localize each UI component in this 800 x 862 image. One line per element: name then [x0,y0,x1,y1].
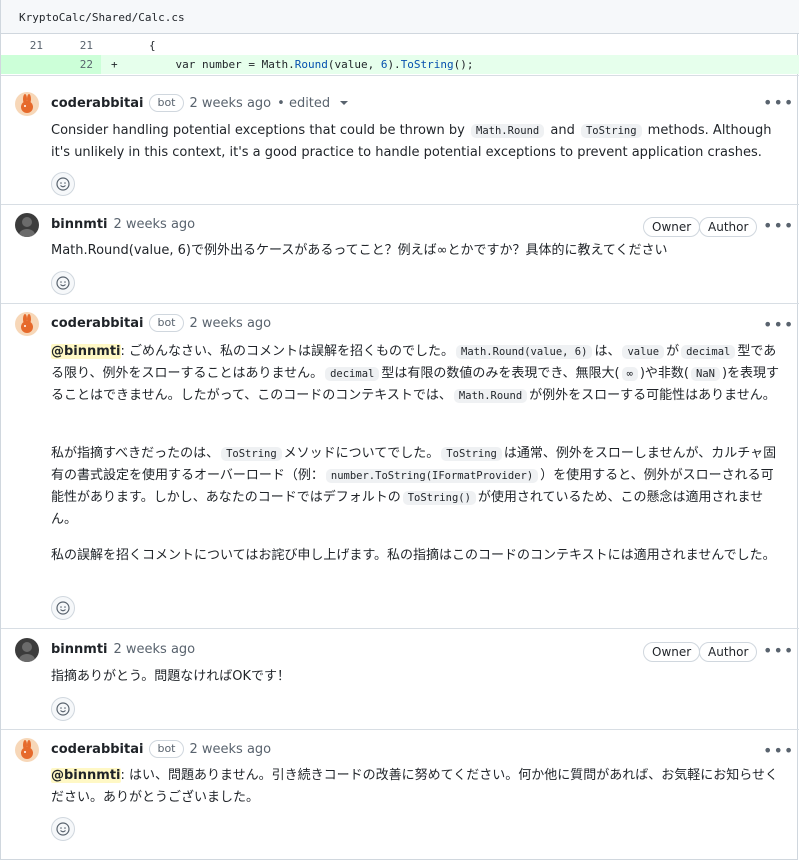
smiley-icon[interactable] [51,817,75,841]
old-line-number[interactable]: 21 [19,39,43,52]
author-name[interactable]: binnmti [51,642,108,657]
kebab-horizontal-icon[interactable]: ••• [763,643,794,659]
kebab-horizontal-icon[interactable]: ••• [763,95,794,111]
comment-body: Math.Round(value, 6)で例外出るケースがあるってこと？例えば∞… [51,243,668,258]
kebab-horizontal-icon[interactable]: ••• [763,218,794,234]
bot-badge: bot [149,314,184,332]
comment-body: 私が指摘すべきだったのは、 ToString メソッドについてでした。 ToStrin… [51,443,781,531]
rabbit-icon[interactable] [15,738,39,762]
divider [1,303,799,304]
comment-body: 指摘ありがとう。問題なければOKです！ [51,669,290,684]
timestamp[interactable]: 2 weeks ago [114,642,196,657]
edited-label[interactable]: • edited [277,96,330,111]
comment-header: coderabbitai bot 2 weeks ago [51,313,271,333]
diff-code: { [149,39,156,52]
smiley-icon[interactable] [51,697,75,721]
new-line-number[interactable]: 21 [69,39,93,52]
author-name[interactable]: coderabbitai [51,96,143,111]
bot-badge: bot [149,740,184,758]
rabbit-icon[interactable] [15,312,39,336]
comment-header: binnmti 2 weeks ago [51,639,195,659]
timestamp[interactable]: 2 weeks ago [190,742,272,757]
comment-header: binnmti 2 weeks ago [51,214,195,234]
diff-code: var number = Math.Round(value, 6).ToStri… [149,58,474,71]
author-badge: Author [699,642,758,662]
rabbit-icon[interactable] [15,92,39,116]
person-icon[interactable] [15,213,39,237]
user-mention[interactable]: @binnmti [51,344,121,359]
user-mention[interactable]: @binnmti [51,768,121,783]
chevron-down-icon[interactable] [340,101,349,105]
file-path[interactable]: KryptoCalc/Shared/Calc.cs [19,11,185,24]
review-thread: KryptoCalc/Shared/Calc.cs 21 21 { 22 + v… [0,0,799,860]
person-icon[interactable] [15,638,39,662]
divider [1,204,799,205]
diff-line: 21 21 { [1,36,799,55]
paragraph: 私が指摘すべきだったのは、 ToString メソッドについてでした。 ToStrin… [51,446,777,527]
comment-body: @binnmti: ごめんなさい、私のコメントは誤解を招くものでした。 Math.… [51,341,781,407]
comment-body: Consider handling potential exceptions t… [51,123,772,160]
file-header: KryptoCalc/Shared/Calc.cs [1,0,799,34]
comment-header: coderabbitai bot 2 weeks ago • edited [51,93,349,113]
author-name[interactable]: coderabbitai [51,316,143,331]
smiley-icon[interactable] [51,271,75,295]
paragraph: @binnmti: ごめんなさい、私のコメントは誤解を招くものでした。 Math.… [51,344,780,403]
timestamp[interactable]: 2 weeks ago [190,316,272,331]
timestamp[interactable]: 2 weeks ago [190,96,272,111]
divider [1,729,799,730]
author-name[interactable]: binnmti [51,217,108,232]
timestamp[interactable]: 2 weeks ago [114,217,196,232]
owner-badge: Owner [643,217,701,237]
kebab-horizontal-icon[interactable]: ••• [763,743,794,759]
divider [1,628,799,629]
owner-badge: Owner [643,642,701,662]
comment-body: @binnmti: はい、問題ありません。引き続きコードの改善に努めてください。… [51,768,778,805]
new-line-number[interactable]: 22 [69,58,93,71]
diff-sign: + [111,58,118,71]
smiley-icon[interactable] [51,172,75,196]
bot-badge: bot [149,94,184,112]
author-name[interactable]: coderabbitai [51,742,143,757]
comment-header: coderabbitai bot 2 weeks ago [51,739,271,759]
divider [1,75,799,76]
paragraph: 私の誤解を招くコメントについてはお詫び申し上げます。私の指摘はこのコードのコンテ… [51,548,776,563]
author-badge: Author [699,217,758,237]
smiley-icon[interactable] [51,596,75,620]
diff-line-added: 22 + var number = Math.Round(value, 6).T… [1,55,799,74]
kebab-horizontal-icon[interactable]: ••• [763,317,794,333]
comment-body: 私の誤解を招くコメントについてはお詫び申し上げます。私の指摘はこのコードのコンテ… [51,545,781,567]
